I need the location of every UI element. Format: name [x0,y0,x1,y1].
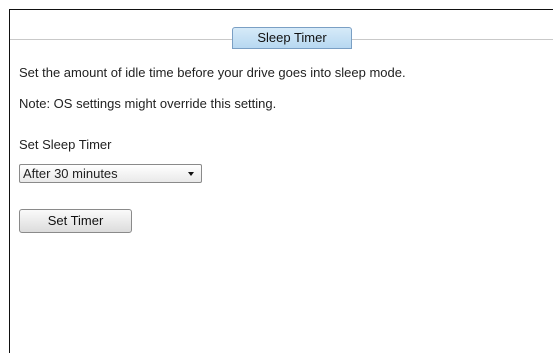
set-timer-button[interactable]: Set Timer [19,209,132,233]
sleep-timer-select[interactable]: After 30 minutes [19,164,202,183]
chevron-down-icon [188,172,194,176]
sleep-timer-select-value: After 30 minutes [23,166,118,181]
description-text: Set the amount of idle time before your … [19,65,406,80]
tab-sleep-timer[interactable]: Sleep Timer [232,27,352,49]
set-sleep-timer-label: Set Sleep Timer [19,137,112,152]
note-text: Note: OS settings might override this se… [19,96,277,111]
